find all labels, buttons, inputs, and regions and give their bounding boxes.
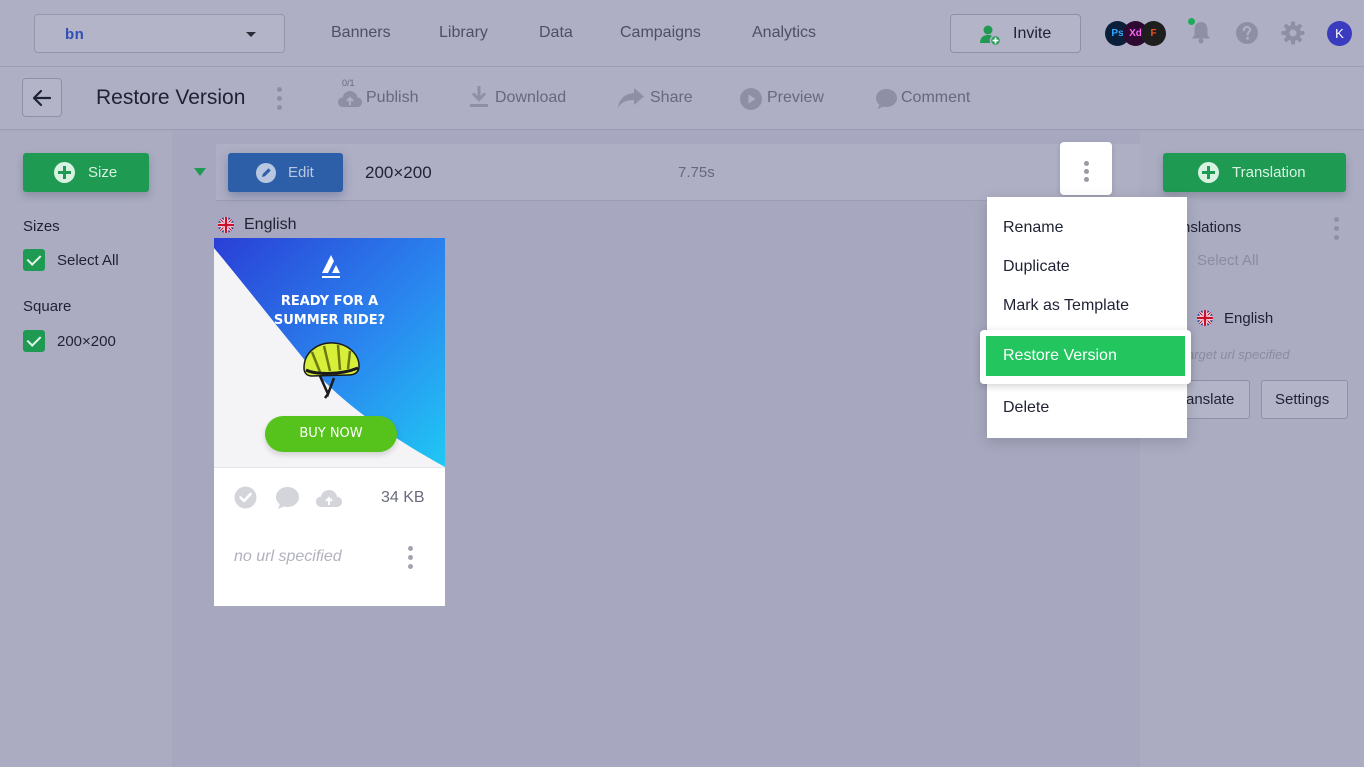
menu-item-mark-as-template[interactable]: Mark as Template bbox=[1003, 297, 1129, 315]
editor-toolbar: Restore Version 0/1 Publish Download Sha… bbox=[0, 67, 1364, 130]
size-more-button[interactable] bbox=[1060, 142, 1112, 195]
uk-flag-icon bbox=[218, 217, 234, 233]
back-button[interactable] bbox=[22, 78, 62, 117]
banner-card[interactable]: READY FOR A SUMMER RIDE? BUY NOW 34 KB n… bbox=[214, 238, 445, 606]
edit-button[interactable]: Edit bbox=[228, 153, 343, 192]
add-size-label: Size bbox=[88, 164, 118, 181]
menu-item-duplicate[interactable]: Duplicate bbox=[1003, 258, 1070, 276]
uk-flag-icon bbox=[1197, 310, 1213, 326]
translations-select-all[interactable]: Select All bbox=[1197, 252, 1259, 269]
arrow-left-icon bbox=[32, 89, 52, 107]
url-placeholder: no url specified bbox=[234, 548, 342, 565]
approve-check-icon[interactable] bbox=[234, 486, 257, 509]
nav-analytics[interactable]: Analytics bbox=[752, 24, 816, 42]
translations-more-icon[interactable] bbox=[1334, 217, 1339, 244]
settings-label: Settings bbox=[1275, 391, 1330, 408]
title-more-icon[interactable] bbox=[277, 87, 282, 114]
plus-circle-icon bbox=[54, 162, 75, 183]
user-avatar[interactable]: K bbox=[1327, 21, 1352, 46]
nav-campaigns[interactable]: Campaigns bbox=[620, 24, 701, 42]
language-label: English bbox=[244, 216, 297, 233]
translation-language-label: English bbox=[1224, 310, 1274, 327]
settings-button[interactable]: Settings bbox=[1261, 380, 1348, 419]
top-navigation-bar: bn Banners Library Data Campaigns Analyt… bbox=[0, 0, 1364, 67]
size-200x200-label: 200×200 bbox=[57, 333, 116, 350]
translations-heading: nslations bbox=[1182, 219, 1242, 236]
publish-button[interactable]: Publish bbox=[366, 89, 418, 107]
chevron-down-icon bbox=[246, 32, 256, 37]
context-menu: Rename Duplicate Mark as Template Delete bbox=[987, 197, 1187, 438]
page-title: Restore Version bbox=[96, 86, 246, 109]
publish-count: 0/1 bbox=[342, 78, 355, 88]
download-button[interactable]: Download bbox=[495, 89, 566, 107]
nav-data[interactable]: Data bbox=[539, 24, 573, 42]
gear-icon[interactable] bbox=[1281, 21, 1305, 45]
invite-button[interactable]: Invite bbox=[950, 14, 1081, 53]
invite-label: Invite bbox=[1013, 25, 1052, 42]
brand-selector[interactable]: bn bbox=[34, 14, 285, 53]
banner-cta-button: BUY NOW bbox=[265, 416, 397, 452]
size-200x200-checkbox[interactable] bbox=[23, 330, 45, 352]
nav-banners[interactable]: Banners bbox=[331, 24, 391, 42]
brand-logo: bn bbox=[65, 26, 85, 43]
select-all-checkbox[interactable] bbox=[23, 249, 45, 271]
pencil-icon bbox=[256, 163, 276, 183]
banner-preview[interactable]: READY FOR A SUMMER RIDE? BUY NOW bbox=[214, 238, 445, 467]
plus-circle-icon bbox=[1198, 162, 1219, 183]
translate-label: ranslate bbox=[1181, 391, 1235, 408]
square-group-heading: Square bbox=[23, 298, 72, 315]
restore-version-label: Restore Version bbox=[1003, 347, 1117, 364]
nav-library[interactable]: Library bbox=[439, 24, 488, 42]
cloud-upload-icon bbox=[338, 91, 362, 107]
share-icon bbox=[618, 88, 644, 108]
select-all-label: Select All bbox=[57, 252, 119, 269]
add-user-icon bbox=[980, 25, 1001, 46]
bike-helmet-image bbox=[303, 342, 360, 399]
help-icon[interactable] bbox=[1235, 21, 1259, 45]
duration: 7.75s bbox=[678, 164, 715, 181]
share-button[interactable]: Share bbox=[650, 89, 693, 107]
banner-meta: 34 KB no url specified bbox=[214, 467, 445, 606]
sizes-heading: Sizes bbox=[23, 218, 60, 235]
size-name: 200×200 bbox=[365, 163, 432, 182]
add-translation-button[interactable]: Translation bbox=[1163, 153, 1346, 192]
brand-logo-icon bbox=[322, 255, 340, 278]
banner-headline: READY FOR A SUMMER RIDE? bbox=[214, 292, 445, 330]
download-icon bbox=[470, 86, 488, 107]
banner-more-icon[interactable] bbox=[408, 546, 413, 573]
collapse-triangle-icon[interactable] bbox=[194, 168, 206, 176]
preview-button[interactable]: Preview bbox=[767, 89, 824, 107]
file-size: 34 KB bbox=[381, 489, 425, 506]
banner-headline-line2: SUMMER RIDE? bbox=[273, 313, 386, 328]
banner-headline-line1: READY FOR A bbox=[280, 294, 379, 309]
menu-item-rename[interactable]: Rename bbox=[1003, 219, 1063, 237]
add-translation-label: Translation bbox=[1232, 164, 1306, 181]
add-size-button[interactable]: Size bbox=[23, 153, 149, 192]
edit-label: Edit bbox=[288, 164, 314, 181]
menu-item-restore-version[interactable]: Restore Version bbox=[986, 336, 1185, 376]
play-circle-icon bbox=[740, 88, 762, 110]
cloud-upload-icon[interactable] bbox=[315, 488, 343, 508]
menu-item-delete[interactable]: Delete bbox=[1003, 399, 1049, 417]
comment-icon bbox=[876, 89, 897, 109]
comment-icon[interactable] bbox=[275, 486, 300, 510]
comment-button[interactable]: Comment bbox=[901, 89, 970, 107]
figma-icon[interactable]: F bbox=[1141, 21, 1166, 46]
translation-url-placeholder: arget url specified bbox=[1187, 347, 1290, 362]
notification-dot bbox=[1188, 18, 1195, 25]
